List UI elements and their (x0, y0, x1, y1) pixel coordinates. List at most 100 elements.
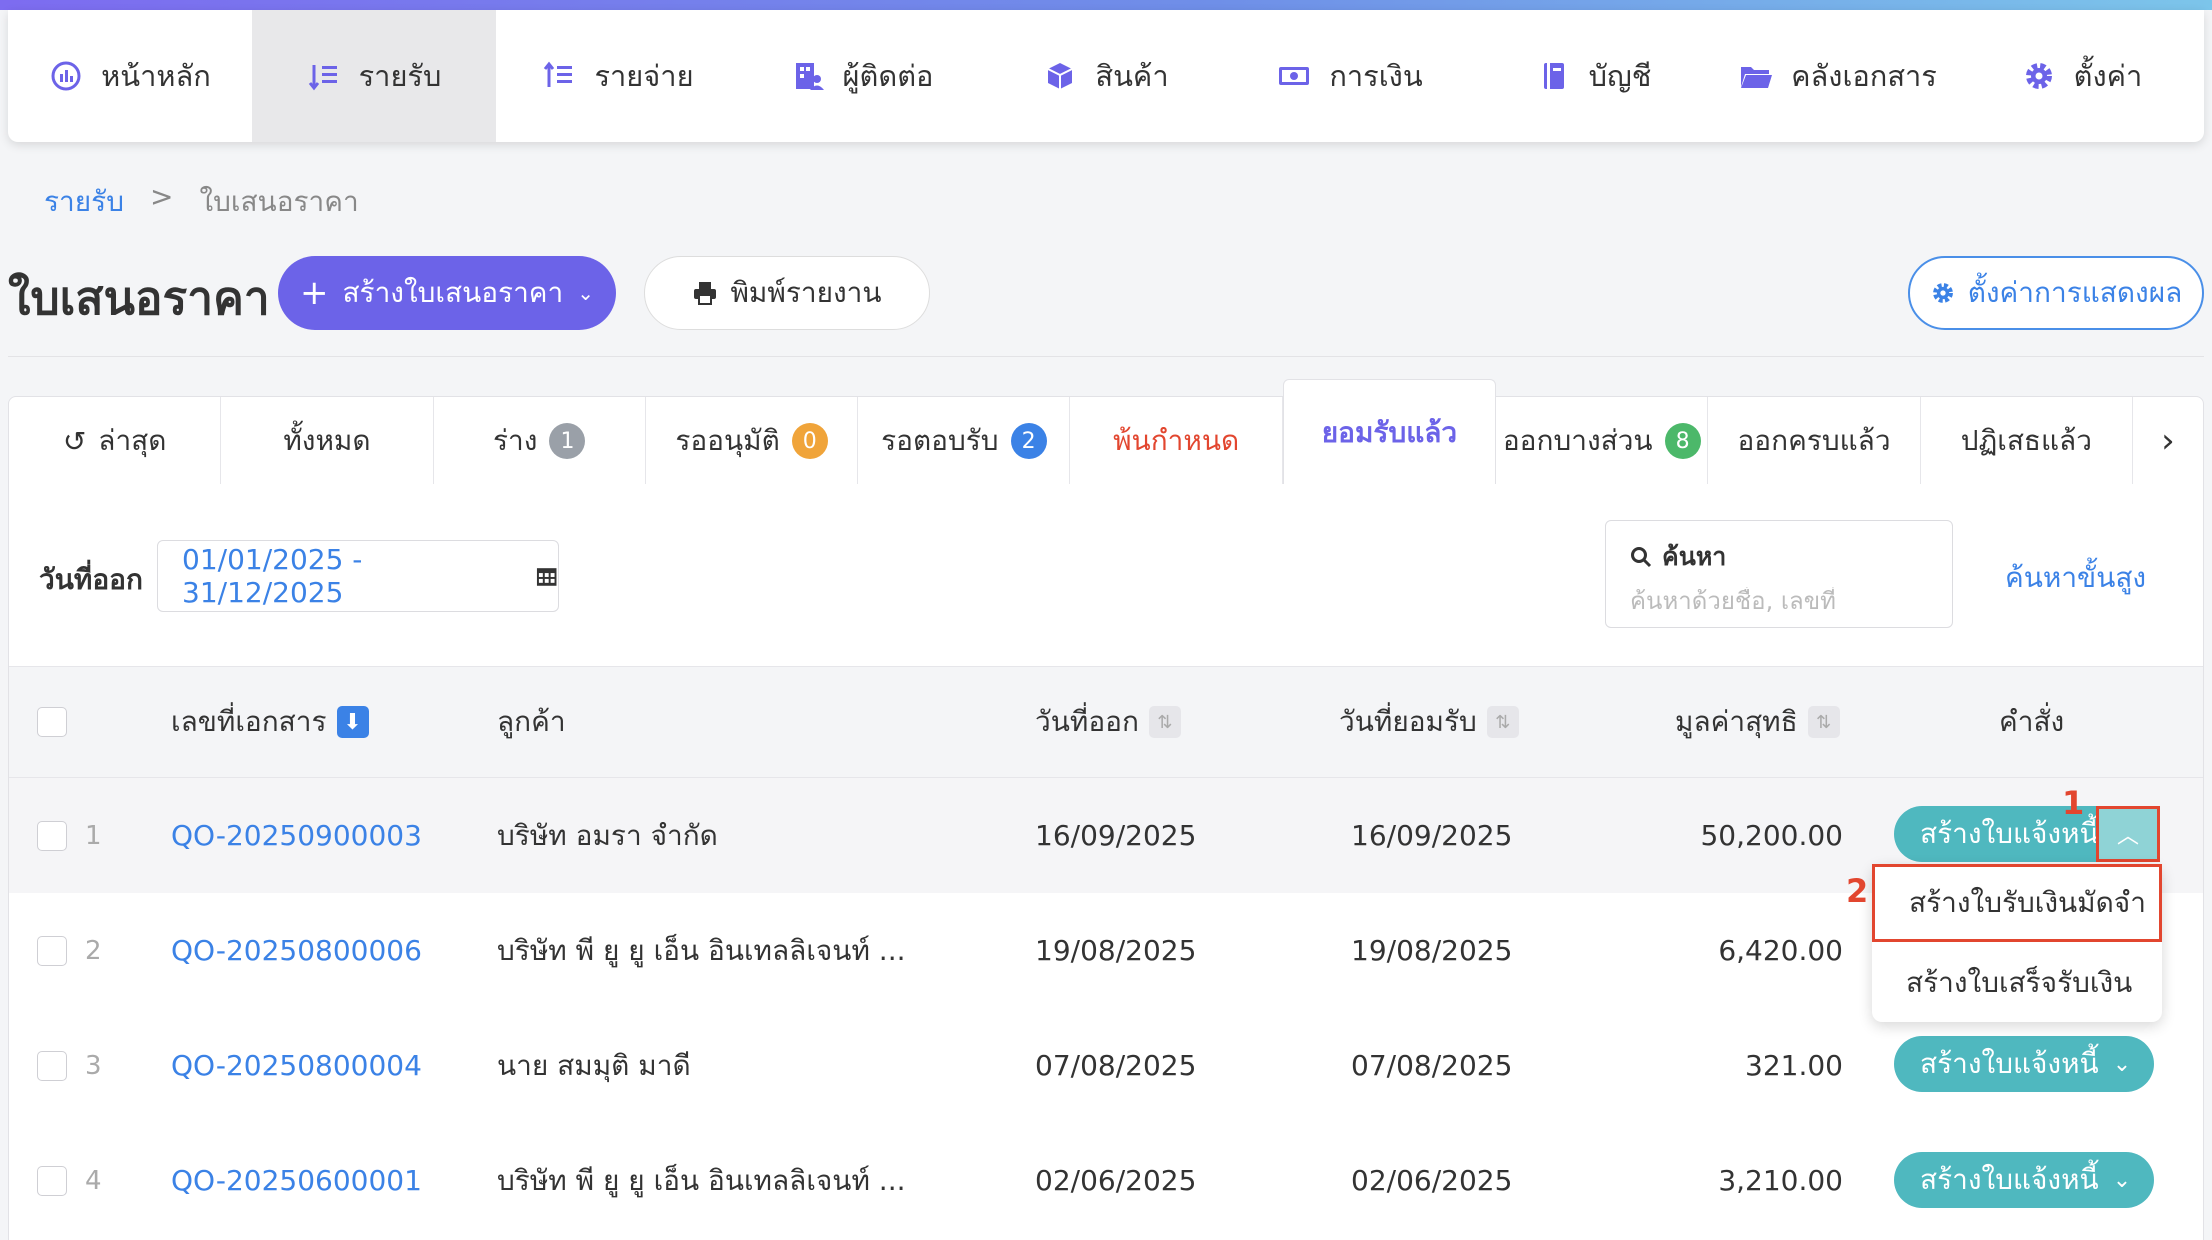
dashboard-icon (51, 61, 81, 91)
quotation-panel: วันที่ออก 01/01/2025 - 31/12/2025 ค้นหา … (8, 484, 2204, 1240)
count-badge: 0 (791, 423, 828, 459)
header-action: คำสั่ง (1999, 705, 2065, 738)
tab-rejected[interactable]: ปฏิเสธแล้ว (1921, 397, 2133, 485)
sort-desc-icon[interactable]: ⬇ (336, 706, 369, 738)
sort-icon[interactable]: ⇅ (1486, 706, 1519, 738)
row-number: 4 (85, 1165, 102, 1196)
display-settings-button[interactable]: ตั้งค่าการแสดงผล (1908, 256, 2204, 330)
nav-label: ตั้งค่า (2073, 59, 2143, 93)
net-value: 6,420.00 (1718, 934, 1843, 967)
nav-item-accounting[interactable]: บัญชี (1472, 10, 1716, 142)
customer-name: บริษัท อมรา จำกัด (497, 818, 718, 852)
accept-date: 07/08/2025 (1351, 1049, 1513, 1082)
tab-label: ปฏิเสธแล้ว (1960, 424, 2092, 457)
history-icon: ↺ (62, 424, 87, 458)
menu-item-create-receipt[interactable]: สร้างใบเสร็จรับเงิน (1872, 944, 2162, 1022)
count-badge: 8 (1664, 423, 1701, 459)
tab-draft[interactable]: ร่าง 1 (434, 397, 646, 485)
net-value: 321.00 (1745, 1049, 1843, 1082)
create-invoice-label: สร้างใบแจ้งหนี้ (1920, 1047, 2099, 1080)
calendar-icon (536, 568, 557, 586)
step-annotation-1: 1 (2062, 784, 2085, 822)
tab-accepted[interactable]: ยอมรับแล้ว (1282, 379, 1497, 485)
nav-label: สินค้า (1095, 59, 1169, 93)
invoice-options-menu: สร้างใบรับเงินมัดจำ สร้างใบเสร็จรับเงิน (1872, 864, 2162, 1022)
advanced-search-link[interactable]: ค้นหาขั้นสูง (2005, 556, 2146, 600)
tab-pending-approval[interactable]: รออนุมัติ 0 (646, 397, 859, 485)
breadcrumb-parent-link[interactable]: รายรับ (44, 180, 124, 224)
search-input[interactable] (1630, 587, 1928, 615)
search-icon (1631, 547, 1652, 568)
tab-awaiting-response[interactable]: รอตอบรับ 2 (858, 397, 1071, 485)
nav-item-documents[interactable]: คลังเอกสาร (1716, 10, 1960, 142)
print-report-button[interactable]: พิมพ์รายงาน (644, 256, 930, 330)
sort-icon[interactable]: ⇅ (1807, 706, 1840, 738)
tabs-scroll-right-button[interactable]: › (2133, 397, 2203, 485)
row-checkbox[interactable] (37, 820, 67, 851)
breadcrumb-current: ใบเสนอราคา (199, 185, 359, 218)
nav-item-expense[interactable]: รายจ่าย (496, 10, 740, 142)
breadcrumb: รายรับ > ใบเสนอราคา (44, 180, 359, 224)
nav-item-home[interactable]: หน้าหลัก (8, 10, 252, 142)
nav-label: การเงิน (1329, 59, 1423, 93)
count-badge: 2 (1010, 423, 1047, 459)
tab-label: ทั้งหมด (283, 424, 371, 457)
row-checkbox[interactable] (37, 935, 67, 966)
nav-item-contacts[interactable]: ผู้ติดต่อ (740, 10, 984, 142)
create-invoice-button[interactable]: สร้างใบแจ้งหนี้ ⌄ (1894, 1152, 2154, 1208)
chevron-down-icon[interactable]: ⌄ (2113, 1052, 2131, 1077)
table-header: เลขที่เอกสาร ⬇ ลูกค้า วันที่ออก ⇅ วันที่… (9, 666, 2203, 778)
date-range-value: 01/01/2025 - 31/12/2025 (182, 543, 363, 609)
accept-date: 02/06/2025 (1351, 1164, 1513, 1197)
create-invoice-label: สร้างใบแจ้งหนี้ (1920, 1163, 2099, 1196)
print-report-label: พิมพ์รายงาน (730, 276, 882, 309)
tab-overdue[interactable]: พ้นกำหนด (1070, 397, 1283, 485)
menu-item-create-deposit-receipt[interactable]: สร้างใบรับเงินมัดจำ (1872, 864, 2162, 942)
nav-item-finance[interactable]: การเงิน (1228, 10, 1472, 142)
breadcrumb-separator: > (149, 180, 174, 213)
table-row: 4 QO-20250600001 บริษัท พี ยู ยู เอ็น อิ… (9, 1123, 2203, 1238)
header-divider (8, 356, 2204, 357)
page-title: ใบเสนอราคา (8, 271, 270, 325)
row-number: 1 (85, 820, 102, 851)
tab-latest[interactable]: ↺ ล่าสุด (9, 397, 222, 485)
sort-icon[interactable]: ⇅ (1148, 706, 1181, 738)
tab-label: ออกครบแล้ว (1737, 424, 1891, 457)
printer-icon (694, 282, 717, 305)
search-title: ค้นหา (1630, 537, 1928, 577)
doc-number-link[interactable]: QO-20250900003 (171, 778, 422, 893)
date-range-picker[interactable]: 01/01/2025 - 31/12/2025 (157, 540, 559, 612)
chevron-up-icon: ︿ (2116, 824, 2139, 849)
invoice-options-toggle[interactable]: ︿ (2096, 806, 2160, 862)
nav-label: หน้าหลัก (101, 59, 211, 93)
nav-item-income[interactable]: รายรับ (252, 10, 496, 142)
chevron-right-icon: › (2161, 421, 2175, 461)
main-nav: หน้าหลัก รายรับ รายจ่าย ผู้ติดต่อ สินค้า… (8, 10, 2204, 142)
chevron-down-icon[interactable]: ⌄ (2113, 1168, 2131, 1193)
tab-label: พ้นกำหนด (1113, 424, 1240, 457)
tab-label: ออกบางส่วน (1502, 424, 1653, 457)
row-checkbox[interactable] (37, 1165, 67, 1196)
accept-date: 19/08/2025 (1351, 934, 1513, 967)
row-number: 3 (85, 1050, 102, 1081)
create-invoice-button[interactable]: สร้างใบแจ้งหนี้ ⌄ (1894, 1036, 2154, 1092)
nav-item-settings[interactable]: ตั้งค่า (1960, 10, 2204, 142)
step-annotation-2: 2 (1846, 872, 1869, 910)
display-settings-label: ตั้งค่าการแสดงผล (1967, 276, 2183, 309)
row-checkbox[interactable] (37, 1050, 67, 1081)
header-net-value: มูลค่าสุทธิ (1675, 705, 1798, 738)
tab-partially-issued[interactable]: ออกบางส่วน 8 (1496, 397, 1709, 485)
nav-label: บัญชี (1588, 59, 1652, 93)
doc-number-link[interactable]: QO-20250800006 (171, 893, 422, 1008)
tab-label: รออนุมัติ (675, 424, 780, 457)
select-all-checkbox[interactable] (37, 707, 67, 737)
tab-all[interactable]: ทั้งหมด (221, 397, 434, 485)
doc-number-link[interactable]: QO-20250600001 (171, 1123, 422, 1238)
top-accent-strip (0, 0, 2212, 10)
doc-number-link[interactable]: QO-20250800004 (171, 1008, 422, 1123)
search-box: ค้นหา (1605, 520, 1953, 628)
nav-item-products[interactable]: สินค้า (984, 10, 1228, 142)
income-icon (308, 65, 337, 91)
tab-fully-issued[interactable]: ออกครบแล้ว (1708, 397, 1921, 485)
create-quotation-button[interactable]: + สร้างใบเสนอราคา ⌄ (278, 256, 616, 330)
